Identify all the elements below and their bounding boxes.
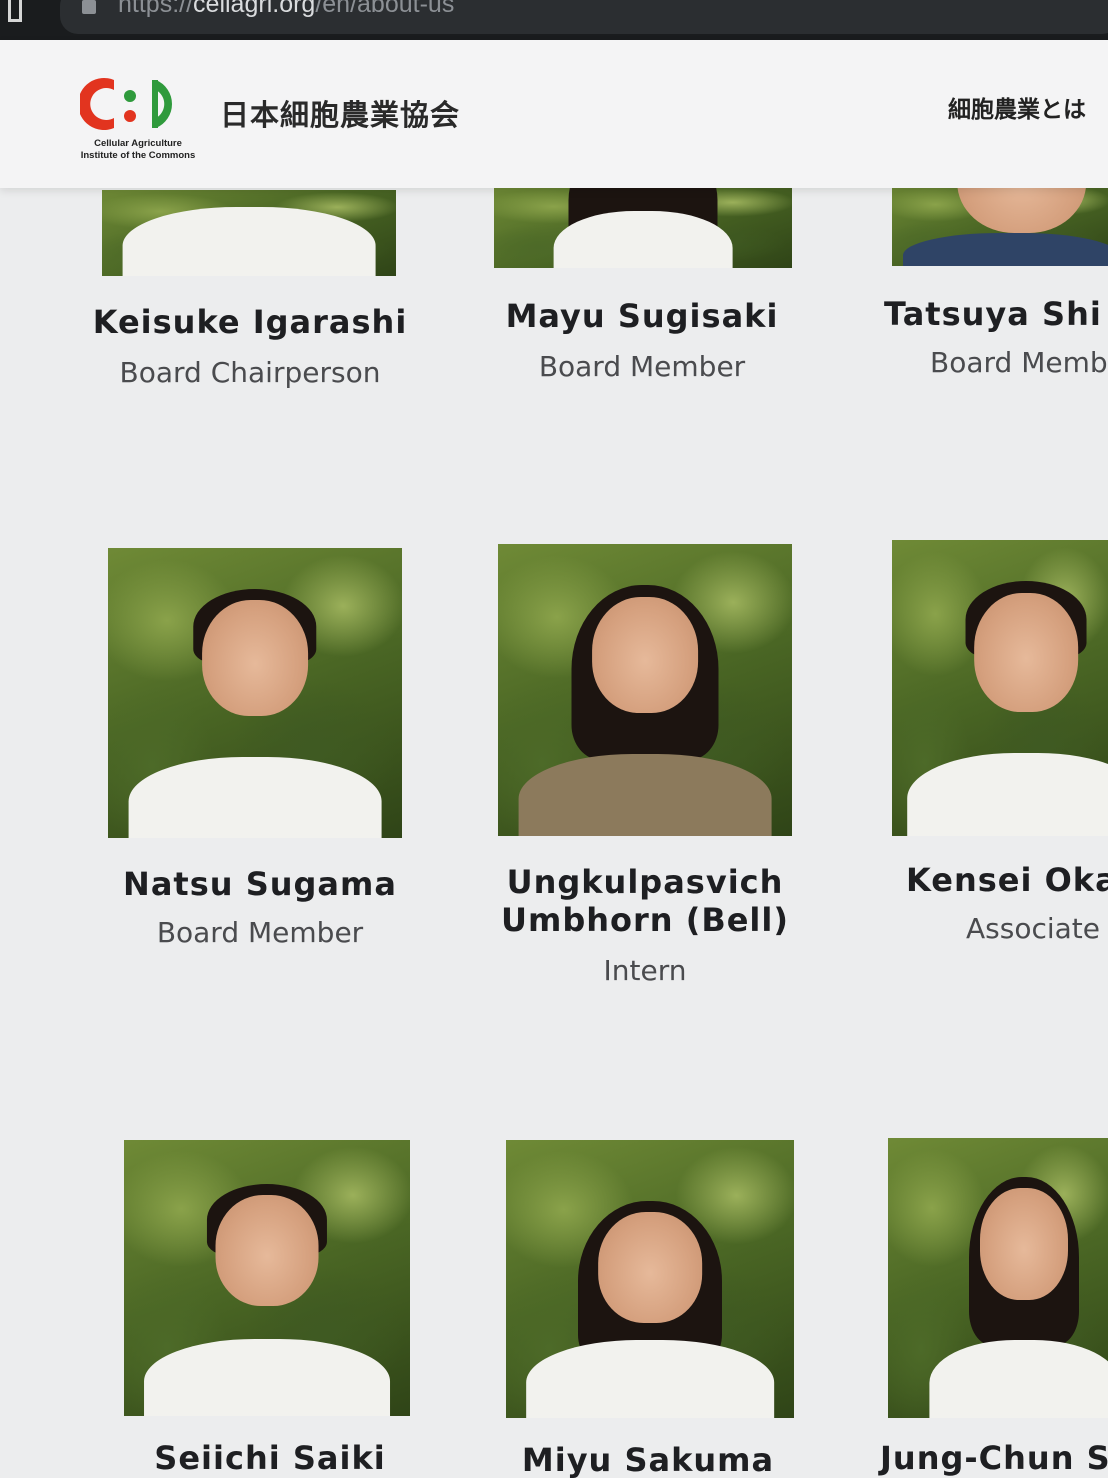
member-photo-seiichi-saiki [124, 1140, 410, 1416]
member-name: Jung-Chun S [880, 1439, 1108, 1477]
member-photo-jung-chun [888, 1138, 1108, 1418]
lock-icon [82, 0, 96, 14]
member-photo-ungkulpasvich-umbhorn [498, 544, 792, 836]
about-us-page: Keisuke Igarashi Board Chairperson Mayu … [0, 0, 1108, 1478]
member-name: Natsu Sugama [123, 865, 397, 903]
bookmark-icon[interactable] [8, 0, 22, 22]
member-role: Board Memb [930, 346, 1108, 379]
member-photo-kensei-oka [892, 540, 1108, 836]
member-name: Umbhorn (Bell) [501, 901, 789, 939]
member-name: Seiichi Saiki [154, 1439, 386, 1477]
nav-item-about-cellular-agriculture[interactable]: 細胞農業とは [948, 90, 1086, 124]
member-name: Mayu Sugisaki [505, 297, 779, 335]
logo-caption: Cellular Agriculture Institute of the Co… [80, 138, 196, 161]
member-role: Board Member [156, 916, 364, 949]
member-name: Keisuke Igarashi [92, 303, 408, 341]
member-role: Intern [603, 954, 687, 987]
member-role: Board Member [538, 350, 746, 383]
member-name: Kensei Oka [906, 861, 1108, 899]
browser-toolbar: https://cellagri.org/en/about-us [0, 0, 1108, 40]
member-photo-mayu-sugisaki [494, 186, 792, 268]
member-photo-keisuke-igarashi [102, 190, 396, 276]
site-header: Cellular Agriculture Institute of the Co… [0, 40, 1108, 188]
member-photo-tatsuya [892, 184, 1108, 266]
member-name: Tatsuya Shi [884, 295, 1102, 333]
site-title[interactable]: 日本細胞農業協会 [220, 92, 460, 134]
member-role: Associate [966, 912, 1100, 945]
member-name: Miyu Sakuma [521, 1441, 775, 1478]
member-name: Ungkulpasvich [506, 863, 784, 901]
member-photo-natsu-sugama [108, 548, 402, 838]
url-text[interactable]: https://cellagri.org/en/about-us [118, 0, 454, 19]
logo-icon[interactable] [80, 74, 190, 134]
member-role: Board Chairperson [119, 356, 381, 389]
member-photo-miyu-sakuma [506, 1140, 794, 1418]
